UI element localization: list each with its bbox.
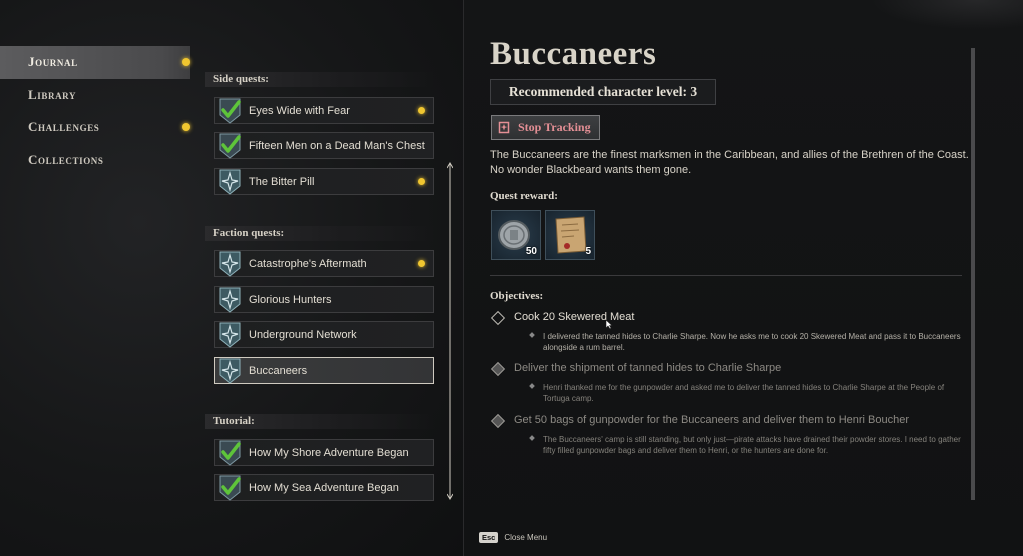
nav-item-journal[interactable]: Journal [0, 46, 190, 79]
nav-item-label: Library [28, 86, 77, 102]
nav-item-label: Journal [28, 54, 78, 70]
quest-item-catastrophes-aftermath[interactable]: Catastrophe's Aftermath [214, 250, 434, 277]
objective-note: I delivered the tanned hides to Charlie … [543, 332, 961, 352]
quest-label: Glorious Hunters [249, 293, 332, 306]
quest-completed-icon [219, 440, 241, 466]
objective-note: Henri thanked me for the gunpowder and a… [543, 383, 945, 403]
quest-label: How My Shore Adventure Began [249, 446, 409, 459]
quest-star-shield-icon [219, 287, 241, 313]
quest-star-shield-icon [219, 322, 241, 348]
recommended-level-badge: Recommended character level: 3 [490, 79, 716, 105]
quest-label: The Bitter Pill [249, 175, 315, 188]
quest-item-shore-adventure[interactable]: How My Shore Adventure Began [214, 439, 434, 466]
quest-item-sea-adventure[interactable]: How My Sea Adventure Began [214, 474, 434, 501]
objective-title: Deliver the shipment of tanned hides to … [514, 362, 782, 374]
objectives-label: Objectives: [490, 290, 544, 302]
section-divider [490, 275, 962, 276]
quest-label: Underground Network [249, 328, 357, 341]
quest-item-buccaneers[interactable]: Buccaneers [214, 357, 434, 384]
stop-tracking-label: Stop Tracking [518, 120, 591, 134]
nav-item-collections[interactable]: Collections [0, 144, 190, 177]
quest-item-fifteen-men[interactable]: Fifteen Men on a Dead Man's Chest [214, 132, 434, 159]
quest-label: Eyes Wide with Fear [249, 104, 350, 117]
journal-nav: Journal Library Challenges Collections [0, 46, 190, 176]
quest-completed-icon [219, 133, 241, 159]
quest-star-shield-icon [219, 251, 241, 277]
quest-list-scrollbar[interactable] [447, 162, 453, 500]
quest-label: How My Sea Adventure Began [249, 481, 399, 494]
nav-item-challenges[interactable]: Challenges [0, 111, 190, 144]
section-title-tutorial: Tutorial: [205, 414, 435, 429]
objective-title: Cook 20 Skewered Meat [514, 311, 635, 323]
quest-star-shield-icon [219, 169, 241, 195]
decorative-stain [870, 0, 1023, 30]
nav-item-library[interactable]: Library [0, 79, 190, 112]
notification-dot [418, 107, 425, 114]
quest-item-underground-network[interactable]: Underground Network [214, 321, 434, 348]
reward-item-silver-coin[interactable]: 50 [491, 210, 541, 260]
notification-dot [418, 260, 425, 267]
tracking-marker-icon [498, 121, 510, 134]
notification-dot [182, 58, 190, 66]
objective-title: Get 50 bags of gunpowder for the Buccane… [514, 414, 910, 426]
quest-title: Buccaneers [490, 36, 657, 72]
quest-label: Buccaneers [249, 364, 308, 377]
quest-item-eyes-wide-with-fear[interactable]: Eyes Wide with Fear [214, 97, 434, 124]
section-title-side-quests: Side quests: [205, 72, 435, 87]
detail-scrollbar[interactable] [971, 48, 975, 500]
quest-description: The Buccaneers are the finest marksmen i… [490, 149, 969, 176]
quest-label: Fifteen Men on a Dead Man's Chest [249, 139, 425, 152]
reward-count: 50 [525, 246, 537, 257]
quest-star-shield-icon [219, 358, 241, 384]
nav-item-label: Challenges [28, 119, 100, 135]
reward-count: 5 [585, 246, 591, 257]
quest-completed-icon [219, 98, 241, 124]
reward-item-treasure-map[interactable]: 5 [545, 210, 595, 260]
quest-reward-label: Quest reward: [490, 190, 558, 202]
quest-completed-icon [219, 475, 241, 501]
stop-tracking-button[interactable]: Stop Tracking [491, 115, 600, 140]
objective-note: The Buccaneers' camp is still standing, … [543, 435, 961, 455]
mouse-cursor-icon [606, 320, 613, 330]
close-menu-label: Close Menu [504, 533, 548, 542]
esc-key-badge: Esc [479, 532, 499, 543]
section-title-faction-quests: Faction quests: [205, 226, 435, 241]
notification-dot [418, 178, 425, 185]
footer-hint[interactable]: Esc Close Menu [479, 532, 547, 543]
notification-dot [182, 123, 190, 131]
quest-item-the-bitter-pill[interactable]: The Bitter Pill [214, 168, 434, 195]
quest-label: Catastrophe's Aftermath [249, 257, 367, 270]
nav-item-label: Collections [28, 151, 104, 167]
quest-item-glorious-hunters[interactable]: Glorious Hunters [214, 286, 434, 313]
